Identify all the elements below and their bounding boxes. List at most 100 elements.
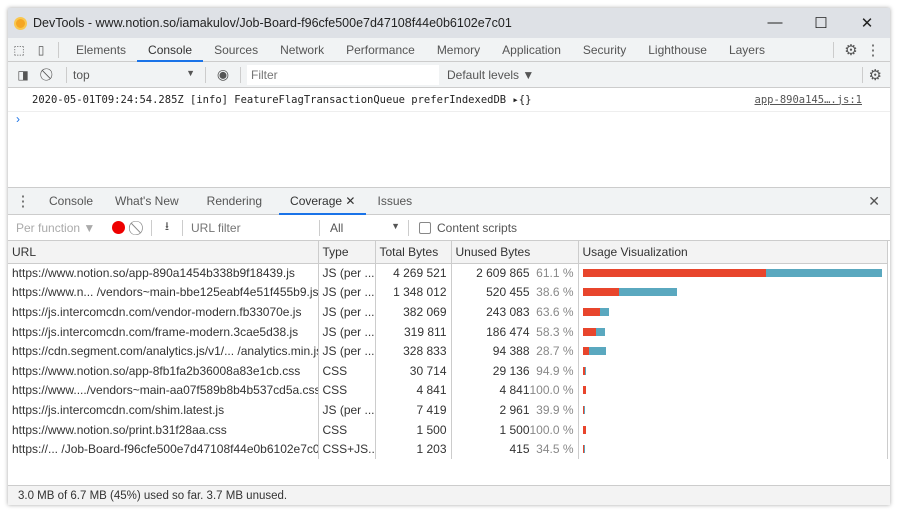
column-header-total-bytes[interactable]: Total Bytes — [375, 241, 452, 264]
tab-lighthouse[interactable]: Lighthouse — [637, 38, 718, 62]
column-header-unused-bytes[interactable]: Unused Bytes — [451, 241, 579, 264]
row-type: CSS — [318, 380, 376, 401]
tab-console[interactable]: Console — [137, 38, 204, 62]
table-row[interactable]: https://www.n... /vendors~main-bbe125eab… — [8, 282, 888, 303]
row-type: JS (per ... — [318, 400, 376, 420]
coverage-table: URL Type Total Bytes Unused Bytes Usage … — [8, 241, 888, 459]
used-bar — [595, 327, 605, 336]
content-scripts-checkbox[interactable] — [419, 221, 431, 234]
settings-gear-icon[interactable]: ⚙ — [840, 41, 862, 59]
console-message-text[interactable]: 2020-05-01T09:24:54.285Z [info] FeatureF… — [32, 94, 531, 106]
column-header-usage-visualization[interactable]: Usage Visualization — [578, 241, 888, 264]
row-type: JS (per ... — [318, 321, 376, 342]
unused-bar — [582, 386, 586, 395]
table-row[interactable]: https://www.notion.so/app-8fb1fa2b36008a… — [8, 360, 888, 381]
drawer-menu-icon[interactable]: ⋮ — [8, 192, 38, 210]
tab-layers[interactable]: Layers — [718, 38, 776, 62]
row-type: JS (per ... — [318, 341, 376, 361]
table-row[interactable]: https://js.intercomcdn.com/vendor-modern… — [8, 302, 888, 322]
divider — [833, 41, 834, 58]
row-unused-bytes: 520 455 — [486, 285, 530, 300]
column-header-url[interactable]: URL — [8, 241, 319, 264]
column-header-type[interactable]: Type — [318, 241, 376, 264]
console-prompt[interactable]: › — [8, 112, 890, 128]
row-unused-percent: 61.1 % — [536, 266, 574, 281]
console-filter-input[interactable] — [247, 64, 439, 85]
type-filter-select[interactable]: All ▼ — [330, 221, 400, 235]
record-button[interactable] — [112, 221, 125, 234]
row-total-bytes: 1 203 — [375, 439, 452, 459]
chevron-down-icon: ▼ — [391, 220, 400, 231]
close-button[interactable]: ✕ — [844, 14, 890, 32]
table-row[interactable]: https://www..../vendors~main-aa07f589b8b… — [8, 380, 888, 401]
table-row[interactable]: https://www.notion.so/app-890a1454b338b9… — [8, 263, 888, 283]
close-drawer-icon[interactable]: ✕ — [868, 193, 880, 210]
divider — [861, 66, 863, 83]
more-options-icon[interactable]: ⋮ — [862, 41, 884, 59]
content-scripts-label: Content scripts — [437, 220, 518, 235]
live-expression-eye-icon[interactable]: ◉ — [212, 66, 234, 83]
row-type: JS (per ... — [318, 302, 376, 322]
minimize-button[interactable]: — — [752, 14, 798, 32]
row-unused: 29 136 94.9 % — [451, 360, 579, 381]
tab-performance[interactable]: Performance — [335, 38, 426, 62]
maximize-button[interactable]: ☐ — [798, 14, 844, 32]
row-url: https://js.intercomcdn.com/frame-modern.… — [8, 321, 319, 342]
title-bar: DevTools - www.notion.so/iamakulov/Job-B… — [8, 8, 890, 38]
console-toolbar: ◨ ⃠ top ▼ ◉ Default levels ▼ ⚙ — [8, 62, 890, 88]
device-toolbar-icon[interactable]: ▯ — [30, 43, 52, 57]
table-row[interactable]: https://www.notion.so/print.b31f28aa.css… — [8, 419, 888, 440]
drawer: ⋮ Console What's New Rendering Coverage … — [8, 187, 890, 505]
row-url: https://www.notion.so/app-8fb1fa2b36008a… — [8, 360, 319, 381]
url-filter-input[interactable] — [189, 220, 313, 235]
coverage-toolbar: Per function ▼ ⃠ ⭳ All▼ Content scripts — [8, 215, 890, 241]
row-unused: 520 455 38.6 % — [451, 282, 579, 303]
table-row[interactable]: https://js.intercomcdn.com/frame-modern.… — [8, 321, 888, 342]
tab-elements[interactable]: Elements — [65, 38, 137, 62]
row-usage-visualization — [578, 439, 888, 459]
drawer-tab-rendering[interactable]: Rendering — [196, 188, 273, 215]
coverage-table-container: URL Type Total Bytes Unused Bytes Usage … — [8, 241, 890, 483]
tab-sources[interactable]: Sources — [203, 38, 269, 62]
row-usage-visualization — [578, 341, 888, 361]
log-levels-dropdown[interactable]: Default levels ▼ — [447, 68, 534, 82]
drawer-tab-whats-new[interactable]: What's New — [104, 188, 190, 215]
table-row[interactable]: https://cdn.segment.com/analytics.js/v1/… — [8, 341, 888, 361]
row-unused-bytes: 4 841 — [499, 383, 530, 398]
divider — [151, 219, 152, 236]
row-unused: 2 609 865 61.1 % — [451, 263, 579, 283]
row-unused-bytes: 29 136 — [492, 363, 530, 378]
sidebar-toggle-icon[interactable]: ◨ — [8, 68, 38, 82]
console-settings-gear-icon[interactable]: ⚙ — [869, 66, 882, 84]
unused-bar — [582, 327, 596, 336]
tab-memory[interactable]: Memory — [426, 38, 491, 62]
drawer-tab-issues[interactable]: Issues — [366, 188, 423, 215]
close-coverage-tab-icon[interactable]: ✕ — [345, 194, 355, 208]
row-usage-visualization — [578, 321, 888, 342]
row-total-bytes: 382 069 — [375, 302, 452, 322]
console-message-source-link[interactable]: app-890a145….js:1 — [755, 94, 862, 106]
coverage-mode-dropdown[interactable]: Per function ▼ — [16, 221, 102, 235]
drawer-tab-coverage[interactable]: Coverage ✕ — [279, 188, 367, 215]
row-usage-visualization — [578, 302, 888, 322]
row-url: https://www..../vendors~main-aa07f589b8b… — [8, 380, 319, 401]
context-selector[interactable]: top ▼ — [73, 68, 199, 82]
used-bar — [583, 445, 586, 454]
divider — [182, 219, 183, 236]
used-bar — [583, 405, 586, 414]
tab-security[interactable]: Security — [572, 38, 637, 62]
tab-application[interactable]: Application — [491, 38, 572, 62]
divider — [240, 66, 241, 83]
export-download-icon[interactable]: ⭳ — [158, 217, 176, 238]
drawer-tab-console[interactable]: Console — [38, 188, 104, 215]
row-unused-percent: 100.0 % — [529, 383, 574, 398]
window-title: DevTools - www.notion.so/iamakulov/Job-B… — [33, 16, 512, 30]
table-row[interactable]: https://js.intercomcdn.com/shim.latest.j… — [8, 400, 888, 420]
clear-console-icon[interactable]: ⃠ — [38, 67, 60, 82]
row-total-bytes: 4 841 — [375, 380, 452, 401]
row-usage-visualization — [578, 263, 888, 283]
inspect-element-icon[interactable]: ⬚ — [8, 43, 30, 57]
table-row[interactable]: https://... /Job-Board-f96cfe500e7d47108… — [8, 439, 888, 459]
unused-bar — [582, 347, 590, 356]
tab-network[interactable]: Network — [269, 38, 335, 62]
